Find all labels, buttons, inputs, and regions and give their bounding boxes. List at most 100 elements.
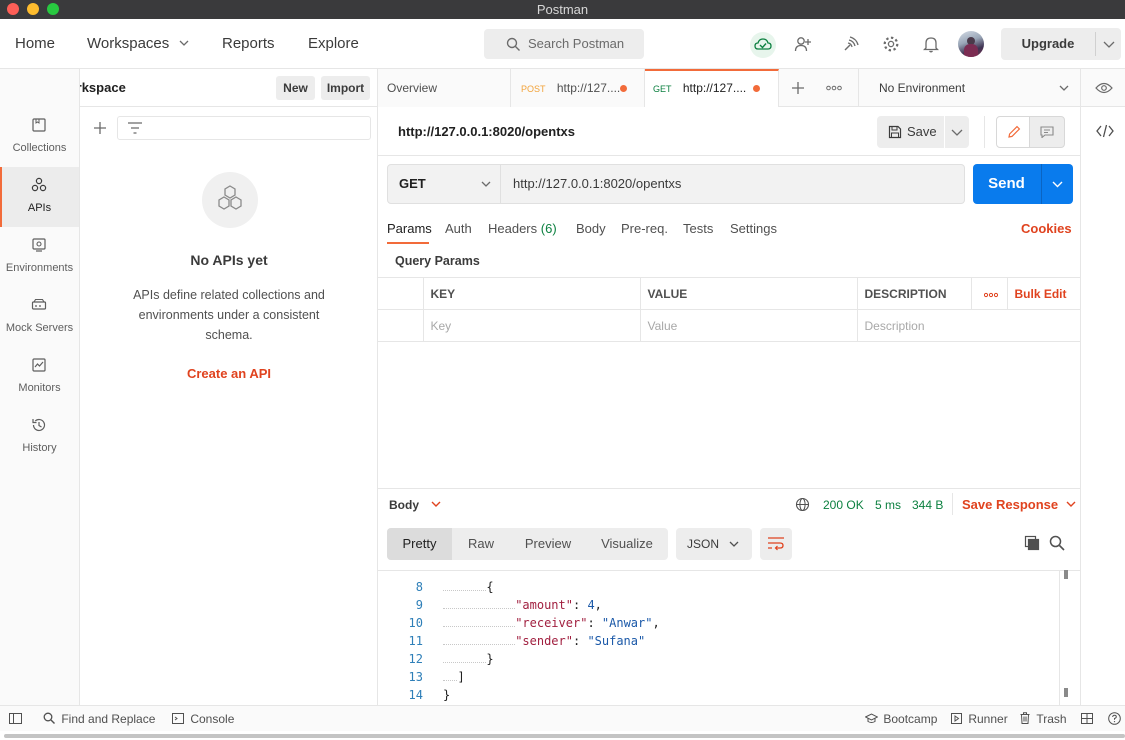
format-select[interactable]: JSON (676, 528, 752, 560)
view-visualize-button[interactable]: Visualize (591, 528, 663, 560)
json-key: "amount" (515, 598, 573, 612)
response-time[interactable]: 5 ms (875, 498, 901, 512)
upgrade-dropdown-chevron-icon[interactable] (1096, 28, 1122, 60)
bootcamp-button[interactable]: Bootcamp (864, 706, 937, 732)
comments-toggle-button[interactable] (1029, 116, 1065, 148)
help-icon[interactable] (1108, 712, 1121, 725)
status-badge[interactable]: 200 OK (823, 498, 864, 512)
tab-auth[interactable]: Auth (445, 221, 472, 236)
view-pretty-button[interactable]: Pretty (387, 528, 452, 560)
close-window-button[interactable] (7, 3, 19, 15)
sidebar-item-mock-servers[interactable]: Mock Servers (0, 287, 79, 347)
search-input[interactable]: Search Postman (484, 29, 644, 59)
edit-toggle-button[interactable] (996, 116, 1030, 148)
tab-pre-request[interactable]: Pre-req. (621, 221, 668, 236)
environment-quick-look-eye-icon[interactable] (1095, 82, 1113, 94)
nav-reports[interactable]: Reports (222, 19, 275, 69)
sidebar-item-apis[interactable]: APIs (0, 167, 79, 227)
tab-body[interactable]: Body (576, 221, 606, 236)
copy-icon[interactable] (1024, 535, 1040, 551)
sync-status-icon[interactable] (750, 32, 776, 58)
sidebar-item-environments[interactable]: Environments (0, 227, 79, 287)
sidebar-item-monitors[interactable]: Monitors (0, 347, 79, 407)
search-response-icon[interactable] (1049, 535, 1065, 551)
tab-params[interactable]: Params (387, 221, 432, 236)
nav-workspaces[interactable]: Workspaces (87, 19, 189, 69)
new-button[interactable]: New (276, 76, 315, 100)
globe-icon[interactable] (795, 497, 810, 512)
nav-explore[interactable]: Explore (308, 19, 359, 69)
console-button[interactable]: Console (172, 706, 234, 732)
response-body-select[interactable]: Body (389, 497, 441, 512)
format-select-value: JSON (687, 537, 720, 551)
add-icon[interactable] (93, 121, 107, 135)
toggle-sidebar-icon[interactable] (9, 713, 22, 724)
apis-icon (31, 177, 47, 192)
save-button[interactable]: Save (877, 116, 944, 148)
params-check-col (378, 277, 424, 310)
empty-state-description: APIs define related collections and envi… (133, 288, 325, 342)
runner-label: Runner (968, 712, 1008, 726)
runner-button[interactable]: Runner (951, 706, 1008, 732)
sidebar-item-label: History (22, 442, 57, 454)
notifications-bell-icon[interactable] (919, 32, 943, 56)
upgrade-button[interactable]: Upgrade (1001, 28, 1095, 60)
url-input[interactable]: http://127.0.0.1:8020/opentxs (501, 164, 965, 204)
tab-post-request[interactable]: POST http://127.... (511, 69, 645, 107)
sidebar-item-history[interactable]: History (0, 407, 79, 467)
empty-state-title: No APIs yet (190, 252, 268, 268)
response-size[interactable]: 344 B (912, 498, 943, 512)
bulk-edit-link[interactable]: Bulk Edit (1006, 277, 1080, 310)
window-horizontal-scrollbar[interactable] (0, 731, 1125, 740)
value-input[interactable]: Value (639, 309, 858, 342)
unsaved-dot-icon (620, 85, 627, 92)
method-select[interactable]: GET (387, 164, 501, 204)
save-response-button[interactable]: Save Response (962, 497, 1076, 512)
nav-home[interactable]: Home (15, 19, 55, 69)
filter-input[interactable] (117, 116, 371, 140)
save-dropdown-chevron-icon[interactable] (945, 116, 969, 148)
create-api-link[interactable]: Create an API (80, 366, 378, 381)
tab-overview[interactable]: Overview (378, 69, 511, 107)
view-preview-button[interactable]: Preview (512, 528, 584, 560)
cookies-link[interactable]: Cookies (1021, 221, 1072, 236)
send-button[interactable]: Send (973, 164, 1040, 204)
line-number: 10 (408, 616, 423, 630)
tab-tests[interactable]: Tests (683, 221, 713, 236)
send-dropdown-chevron-icon[interactable] (1042, 164, 1073, 204)
view-raw-button[interactable]: Raw (452, 528, 510, 560)
environment-select[interactable]: No Environment (859, 69, 1079, 107)
invite-user-icon[interactable] (791, 32, 815, 56)
code-content: } (486, 652, 494, 666)
interceptor-icon[interactable] (839, 32, 863, 56)
new-tab-plus-icon[interactable] (791, 81, 805, 95)
tab-get-request[interactable]: GET http://127.... (645, 69, 779, 108)
two-pane-layout-icon[interactable] (1081, 713, 1093, 724)
column-options-icon[interactable] (970, 277, 1008, 310)
avatar[interactable] (958, 31, 984, 57)
tab-settings[interactable]: Settings (730, 221, 777, 236)
zoom-window-button[interactable] (47, 3, 59, 15)
description-input[interactable]: Description (856, 309, 1080, 342)
code-scrollbar[interactable] (1059, 570, 1060, 705)
more-tabs-icon[interactable] (826, 85, 842, 91)
sidebar-item-collections[interactable]: Collections (0, 107, 79, 167)
environment-select-value: No Environment (879, 81, 966, 95)
trash-icon (1020, 712, 1030, 724)
window-titlebar: Postman (0, 0, 1125, 19)
scrollbar-thumb[interactable] (4, 734, 1125, 738)
wrap-lines-button[interactable] (760, 528, 792, 560)
settings-gear-icon[interactable] (879, 32, 903, 56)
trash-button[interactable]: Trash (1020, 706, 1067, 732)
code-snippet-icon[interactable] (1096, 124, 1114, 138)
line-number: 9 (415, 598, 423, 612)
key-input[interactable]: Key (422, 309, 641, 342)
request-tab-bar: Overview POST http://127.... GET http://… (378, 69, 1125, 108)
response-code-viewer[interactable]: 8{9 "amount": 4, 10 "receiver": "Anwar", 11 "… (378, 570, 1080, 705)
find-replace-button[interactable]: Find and Replace (43, 706, 155, 732)
tab-headers[interactable]: Headers (6) (488, 221, 557, 236)
import-button[interactable]: Import (321, 76, 370, 100)
line-number: 12 (408, 652, 423, 666)
minimize-window-button[interactable] (27, 3, 39, 15)
response-body-label: Body (389, 498, 419, 512)
